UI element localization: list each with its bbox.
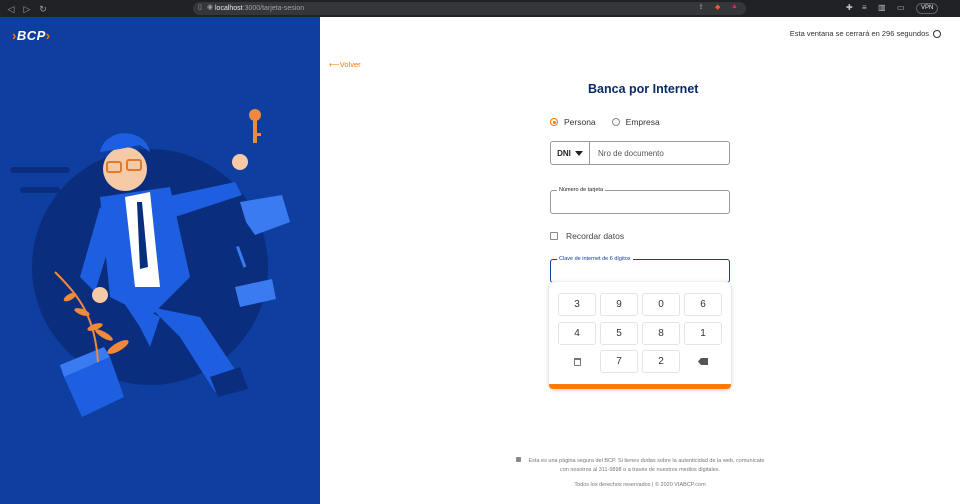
clear-button[interactable] [558,350,596,373]
forward-arrow-icon[interactable]: ▷ [22,4,32,14]
back-link[interactable]: ⟵Volver [329,60,361,69]
radio-empresa-label: Empresa [625,117,660,127]
keypad-key[interactable]: 5 [600,322,638,345]
sidebar-icon[interactable]: ▥ [878,3,886,12]
keypad-key[interactable]: 4 [558,322,596,345]
keypad-key[interactable]: 2 [642,350,680,373]
radio-persona[interactable]: Persona [550,117,596,127]
brave-shield-icon[interactable]: ◆ [715,3,720,11]
document-field: DNI [550,141,730,165]
browser-toolbar: ◁ ▷ ↻ ▯ ◉ localhost:3000/tarjeta-sesion … [0,0,960,17]
stopwatch-icon [933,29,941,38]
keypad-key[interactable]: 9 [600,293,638,316]
page-title: Banca por Internet [588,82,699,96]
brave-rewards-icon[interactable]: ▲ [731,3,738,10]
caret-down-icon [574,150,583,156]
doc-type-value: DNI [557,148,571,158]
keypad-key[interactable]: 6 [684,293,722,316]
remember-label: Recordar datos [566,231,625,241]
keypad-key[interactable]: 7 [600,350,638,373]
url-text: localhost:3000/tarjeta-sesion [215,5,305,12]
arrow-left-icon: ⟵ [329,60,340,69]
card-number-label: Número de tarjeta [557,187,606,193]
login-panel: Esta ventana se cerrará en 296 segundos … [320,17,960,504]
extensions-icon[interactable]: ✚ [846,3,853,12]
security-text-2: con nosotros al 311-9898 o a través de n… [559,467,721,473]
pin-label: Clave de internet de 6 dígitos [557,256,633,262]
pin-field[interactable]: Clave de internet de 6 dígitos [550,256,730,283]
lock-icon [515,457,521,462]
site-info-icon[interactable]: ◉ [207,3,213,11]
keypad-key[interactable]: 3 [558,293,596,316]
back-arrow-icon[interactable]: ◁ [6,4,16,14]
virtual-keypad: 3 9 0 6 4 5 8 1 7 2 [549,282,731,389]
vpn-button[interactable]: VPN [916,3,939,14]
illustration-panel: ›BCP› [0,17,320,504]
remember-checkbox[interactable] [550,232,558,240]
bookmark-icon[interactable]: ▯ [198,3,202,11]
copyright: Todos los derechos reservados | © 2020 V… [574,482,706,488]
reading-list-icon[interactable]: ≡ [862,3,867,12]
radio-persona-label: Persona [564,117,596,127]
doc-type-select[interactable]: DNI [551,142,590,164]
backspace-icon [698,358,708,365]
radio-unselected-icon[interactable] [611,118,620,126]
address-bar[interactable]: ▯ ◉ localhost:3000/tarjeta-sesion ⇪ ◆ ▲ [193,2,746,15]
keypad-key[interactable]: 8 [642,322,680,345]
session-timer: Esta ventana se cerrará en 296 segundos [790,29,941,38]
back-label: Volver [339,60,361,69]
card-number-field[interactable]: Número de tarjeta [550,187,730,214]
radio-selected-icon[interactable] [550,118,558,126]
businessman-illustration [10,109,290,417]
wallet-icon[interactable]: ▭ [897,3,905,12]
customer-type-group: Persona Empresa [550,117,660,127]
share-icon[interactable]: ⇪ [698,3,704,11]
reload-icon[interactable]: ↻ [38,4,48,14]
keypad-accent-bar [549,384,731,389]
backspace-button[interactable] [684,350,722,373]
keypad-key[interactable]: 1 [684,322,722,345]
trash-icon [573,357,581,366]
radio-empresa[interactable]: Empresa [611,117,660,127]
remember-row[interactable]: Recordar datos [550,231,624,241]
security-notice: Esta es una página segura del BCP. Si ti… [490,457,790,475]
keypad-key[interactable]: 0 [642,293,680,316]
timer-text: Esta ventana se cerrará en 296 segundos [789,29,929,38]
document-number-input[interactable] [590,142,729,164]
security-text-1: Esta es una página segura del BCP. Si ti… [528,458,765,464]
